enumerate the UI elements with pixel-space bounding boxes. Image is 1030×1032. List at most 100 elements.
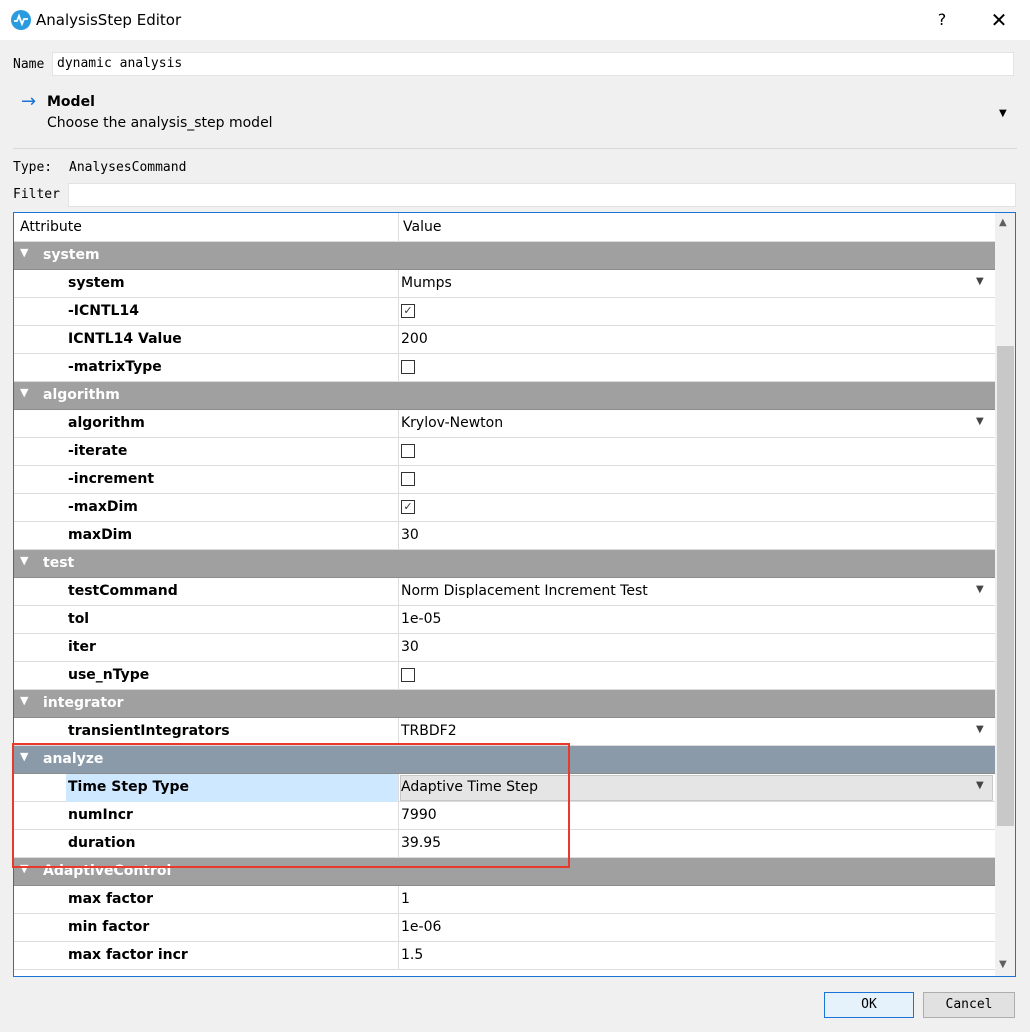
attribute-name: -matrixType (68, 359, 162, 375)
attribute-value[interactable]: 30 (401, 639, 419, 655)
name-input[interactable]: dynamic analysis (52, 52, 1014, 76)
column-divider (398, 662, 399, 690)
checkbox-unchecked[interactable] (401, 444, 415, 458)
chevron-down-icon[interactable]: ▼ (20, 694, 28, 707)
attribute-value[interactable]: Krylov-Newton (401, 415, 503, 431)
group-label: system (43, 247, 100, 263)
attribute-value[interactable]: 1e-05 (401, 611, 441, 627)
column-divider (398, 914, 399, 942)
chevron-down-icon[interactable]: ▼ (20, 386, 28, 399)
model-selector[interactable]: → Model Choose the analysis_step model ▼ (0, 86, 1030, 148)
checkbox-unchecked[interactable] (401, 668, 415, 682)
table-row[interactable]: iter 30 (14, 634, 995, 662)
table-row[interactable]: -ICNTL14 ✓ (14, 298, 995, 326)
table-row[interactable]: algorithm Krylov-Newton ▼ (14, 410, 995, 438)
checkbox-unchecked[interactable] (401, 472, 415, 486)
column-divider (398, 886, 399, 914)
column-divider (398, 270, 399, 298)
checkbox-checked[interactable]: ✓ (401, 304, 415, 318)
chevron-down-icon[interactable]: ▼ (999, 108, 1007, 119)
table-row[interactable]: transientIntegrators TRBDF2 ▼ (14, 718, 995, 746)
scroll-down-icon[interactable]: ▼ (999, 959, 1007, 970)
column-divider (398, 410, 399, 438)
chevron-down-icon[interactable]: ▼ (976, 780, 984, 791)
table-row[interactable]: -iterate (14, 438, 995, 466)
column-divider (398, 634, 399, 662)
chevron-down-icon[interactable]: ▼ (976, 724, 984, 735)
group-row[interactable]: ▼ algorithm (14, 382, 995, 410)
help-button[interactable]: ? (930, 8, 954, 32)
table-row[interactable]: tol 1e-05 (14, 606, 995, 634)
table-row[interactable]: system Mumps ▼ (14, 270, 995, 298)
close-button[interactable]: ✕ (985, 8, 1013, 32)
model-title: Model (47, 94, 95, 110)
attribute-name: use_nType (68, 667, 150, 683)
attribute-name: min factor (68, 919, 150, 935)
filter-input[interactable] (68, 183, 1016, 207)
attribute-name: maxDim (68, 527, 133, 543)
table-row[interactable]: -matrixType (14, 354, 995, 382)
column-divider (398, 326, 399, 354)
table-row[interactable]: max factor incr 1.5 (14, 942, 995, 970)
attribute-value[interactable]: 1e-06 (401, 919, 441, 935)
table-row[interactable]: use_nType (14, 662, 995, 690)
attribute-name: testCommand (68, 583, 178, 599)
column-divider (398, 718, 399, 746)
attribute-name: -maxDim (68, 499, 138, 515)
attribute-value[interactable]: Norm Displacement Increment Test (401, 583, 648, 599)
attribute-value[interactable]: 200 (401, 331, 428, 347)
title-bar: AnalysisStep Editor ? ✕ (0, 0, 1030, 40)
attribute-name: max factor (68, 891, 153, 907)
group-row[interactable]: ▼ test (14, 550, 995, 578)
chevron-down-icon[interactable]: ▼ (20, 246, 28, 259)
column-divider (398, 494, 399, 522)
attribute-value[interactable]: Mumps (401, 275, 452, 291)
ok-button[interactable]: OK (824, 992, 914, 1018)
group-row[interactable]: ▼ system (14, 242, 995, 270)
table-row[interactable]: max factor 1 (14, 886, 995, 914)
group-label: algorithm (43, 387, 120, 403)
arrow-right-icon: → (21, 91, 37, 112)
attribute-value[interactable]: 1.5 (401, 947, 423, 963)
attribute-value[interactable]: 30 (401, 527, 419, 543)
cancel-button[interactable]: Cancel (923, 992, 1015, 1018)
type-label: Type: (13, 160, 53, 175)
column-divider (398, 438, 399, 466)
table-row[interactable]: min factor 1e-06 (14, 914, 995, 942)
table-row[interactable]: ICNTL14 Value 200 (14, 326, 995, 354)
attribute-name: -iterate (68, 443, 128, 459)
type-value: AnalysesCommand (69, 160, 187, 175)
checkbox-checked[interactable]: ✓ (401, 500, 415, 514)
attribute-value[interactable]: TRBDF2 (401, 723, 457, 739)
app-icon (11, 10, 31, 30)
attribute-name: algorithm (68, 415, 145, 431)
attribute-name: tol (68, 611, 90, 627)
attribute-name: system (68, 275, 125, 291)
chevron-down-icon[interactable]: ▼ (976, 584, 984, 595)
column-divider (398, 578, 399, 606)
filter-label: Filter (13, 187, 60, 202)
scrollbar-thumb[interactable] (997, 346, 1014, 826)
table-row[interactable]: -maxDim ✓ (14, 494, 995, 522)
scroll-up-icon[interactable]: ▲ (999, 217, 1007, 228)
header-divider (398, 213, 399, 242)
table-row[interactable]: testCommand Norm Displacement Increment T… (14, 578, 995, 606)
attribute-value[interactable]: 1 (401, 891, 410, 907)
attribute-name: ICNTL14 Value (68, 331, 182, 347)
column-divider (398, 354, 399, 382)
window-title: AnalysisStep Editor (36, 11, 182, 29)
column-divider (398, 942, 399, 970)
column-divider (398, 298, 399, 326)
attribute-name: -increment (68, 471, 155, 487)
chevron-down-icon[interactable]: ▼ (976, 276, 984, 287)
chevron-down-icon[interactable]: ▼ (20, 554, 28, 567)
header-value[interactable]: Value (403, 219, 441, 235)
group-row[interactable]: ▼ integrator (14, 690, 995, 718)
column-divider (398, 606, 399, 634)
column-divider (398, 466, 399, 494)
chevron-down-icon[interactable]: ▼ (976, 416, 984, 427)
header-attribute[interactable]: Attribute (20, 219, 82, 235)
checkbox-unchecked[interactable] (401, 360, 415, 374)
table-row[interactable]: -increment (14, 466, 995, 494)
table-row[interactable]: maxDim 30 (14, 522, 995, 550)
